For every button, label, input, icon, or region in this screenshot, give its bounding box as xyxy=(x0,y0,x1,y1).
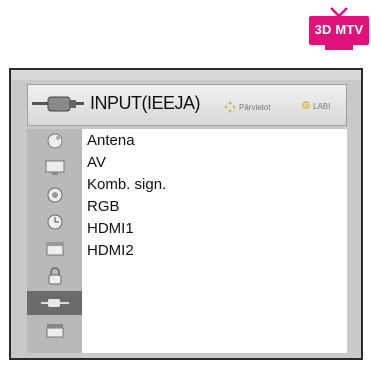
calendar-icon xyxy=(46,242,63,256)
sidebar-item-schedule[interactable] xyxy=(27,237,82,261)
menu-title: INPUT(IEEJA) xyxy=(90,93,201,113)
input-plug-icon xyxy=(32,92,84,116)
sidebar-item-time[interactable] xyxy=(27,210,82,234)
lock-icon xyxy=(48,267,61,285)
frame-top-bar xyxy=(11,70,361,80)
ok-hint-label: LABI xyxy=(313,101,331,111)
3d-mtv-badge: 3D MTV xyxy=(307,5,371,51)
monitor-icon xyxy=(45,160,64,175)
clapper-icon xyxy=(46,324,63,338)
input-source-list: Antena AV Komb. sign. RGB HDMI1 HDMI2 xyxy=(82,129,347,353)
sidebar-item-media[interactable] xyxy=(27,318,82,342)
list-item-hdmi1[interactable]: HDMI1 xyxy=(87,219,134,239)
menu-sidebar xyxy=(27,129,82,353)
sidebar-item-audio[interactable] xyxy=(27,183,82,207)
sidebar-item-lock[interactable] xyxy=(27,264,82,288)
input-plug-icon xyxy=(40,299,69,307)
list-item-rgb[interactable]: RGB xyxy=(87,197,120,217)
ok-hint: LABI xyxy=(302,101,330,111)
menu-header: INPUT(IEEJA) Pārvietot LABI xyxy=(27,84,347,126)
speaker-icon xyxy=(47,187,62,203)
input-menu-window: INPUT(IEEJA) Pārvietot LABI Antena AV Ko… xyxy=(9,68,363,360)
clock-icon xyxy=(47,214,62,230)
ok-button-icon xyxy=(302,101,310,111)
list-item-av[interactable]: AV xyxy=(87,153,106,173)
sidebar-item-input[interactable] xyxy=(27,291,82,315)
badge-label: 3D MTV xyxy=(314,22,364,37)
satellite-dish-icon xyxy=(47,133,62,149)
list-item-antena[interactable]: Antena xyxy=(87,131,135,151)
move-hint-label: Pārvietot xyxy=(239,102,271,112)
sidebar-item-picture[interactable] xyxy=(27,156,82,180)
list-item-hdmi2[interactable]: HDMI2 xyxy=(87,241,134,261)
dpad-icon xyxy=(224,101,236,113)
move-hint: Pārvietot xyxy=(224,101,271,113)
sidebar-item-channels[interactable] xyxy=(27,129,82,153)
list-item-component[interactable]: Komb. sign. xyxy=(87,175,166,195)
